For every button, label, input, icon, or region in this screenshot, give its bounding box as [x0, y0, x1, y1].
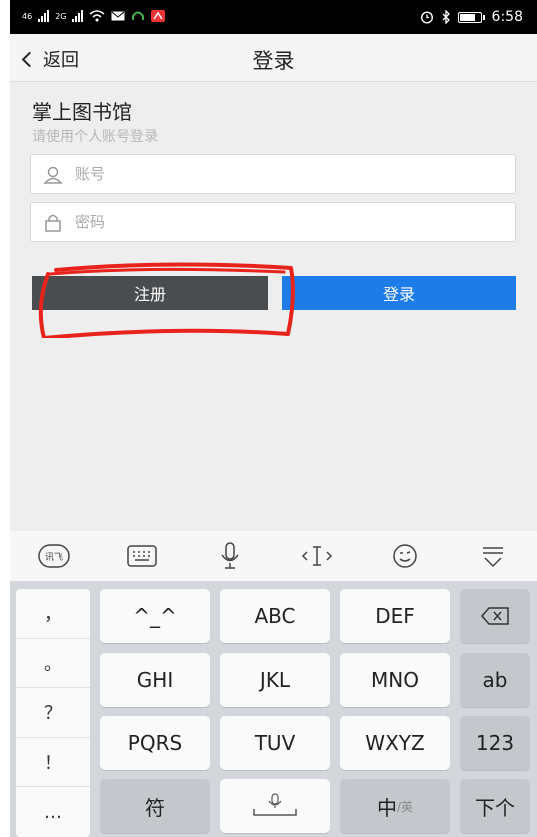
key-mno[interactable]: MNO [340, 653, 450, 707]
status-left: 46 2G [22, 10, 166, 22]
punct-period[interactable]: 。 [16, 639, 90, 689]
backspace-icon [481, 607, 509, 625]
app-subheading: 请使用个人账号登录 [32, 129, 158, 145]
wifi-icon [89, 10, 105, 22]
key-abc[interactable]: ABC [220, 589, 330, 643]
app-heading: 掌上图书馆 [32, 100, 132, 124]
punct-comma[interactable]: ， [16, 589, 90, 639]
login-screen: 返回 登录 掌上图书馆 请使用个人账号登录 注册 登录 [10, 34, 537, 531]
login-button[interactable]: 登录 [282, 276, 516, 310]
signal-2-icon [72, 10, 84, 22]
account-field[interactable] [30, 154, 516, 194]
title-bar: 返回 登录 [10, 34, 537, 82]
signal-1-icon [38, 10, 50, 22]
iflytek-logo-icon[interactable]: 讯飞 [34, 536, 74, 576]
key-123[interactable]: 123 [460, 716, 530, 770]
key-smiley[interactable]: ^_^ [100, 589, 210, 643]
signal-2-label: 2G [55, 11, 67, 21]
collapse-icon[interactable] [473, 536, 513, 576]
punct-exclaim[interactable]: ！ [16, 738, 90, 788]
headset-icon [132, 11, 145, 20]
cursor-icon[interactable] [297, 536, 337, 576]
bluetooth-icon [442, 10, 450, 24]
key-ab[interactable]: ab [460, 653, 530, 707]
keyboard-toolbar: 讯飞 [10, 531, 537, 581]
alarm-icon [420, 11, 433, 24]
user-icon [43, 166, 63, 184]
key-space[interactable] [220, 779, 330, 833]
lang-main-label: 中 [376, 795, 397, 820]
password-input[interactable] [75, 203, 505, 241]
key-next[interactable]: 下个 [460, 779, 530, 833]
key-pqrs[interactable]: PQRS [100, 716, 210, 770]
lang-sub-label: /英 [396, 799, 414, 814]
microphone-icon[interactable] [210, 536, 250, 576]
battery-icon [457, 11, 482, 23]
punct-question[interactable]: ？ [16, 688, 90, 738]
key-wxyz[interactable]: WXYZ [340, 716, 450, 770]
status-bar: 46 2G 6:58 [10, 0, 537, 34]
lang-sub-text: 英 [401, 799, 414, 814]
status-right: 6:58 [420, 9, 523, 25]
space-mic-icon [253, 793, 297, 816]
message-icon [111, 11, 125, 21]
logo-text: 讯飞 [45, 552, 63, 563]
signal-1-label: 46 [22, 11, 33, 21]
emoji-icon[interactable] [385, 536, 425, 576]
key-backspace[interactable] [460, 589, 530, 643]
keyboard: ， 。 ？ ！ … ^_^ ABC DEF GHI JKL MNO ab PQR… [10, 581, 537, 837]
app-notification-icon [151, 10, 166, 22]
red-annotation-outline [38, 262, 295, 338]
account-input[interactable] [75, 155, 505, 193]
key-symbol[interactable]: 符 [100, 779, 210, 833]
key-tuv[interactable]: TUV [220, 716, 330, 770]
password-field[interactable] [30, 202, 516, 242]
punctuation-column[interactable]: ， 。 ？ ！ … [16, 589, 90, 837]
lock-icon [45, 214, 61, 232]
punct-ellipsis[interactable]: … [16, 787, 90, 837]
key-def[interactable]: DEF [340, 589, 450, 643]
keyboard-icon[interactable] [122, 536, 162, 576]
key-jkl[interactable]: JKL [220, 653, 330, 707]
key-lang-switch[interactable]: 中/英 [340, 779, 450, 833]
page-title: 登录 [252, 49, 295, 73]
key-ghi[interactable]: GHI [100, 653, 210, 707]
battery-cap [482, 14, 485, 20]
clock: 6:58 [491, 9, 523, 25]
